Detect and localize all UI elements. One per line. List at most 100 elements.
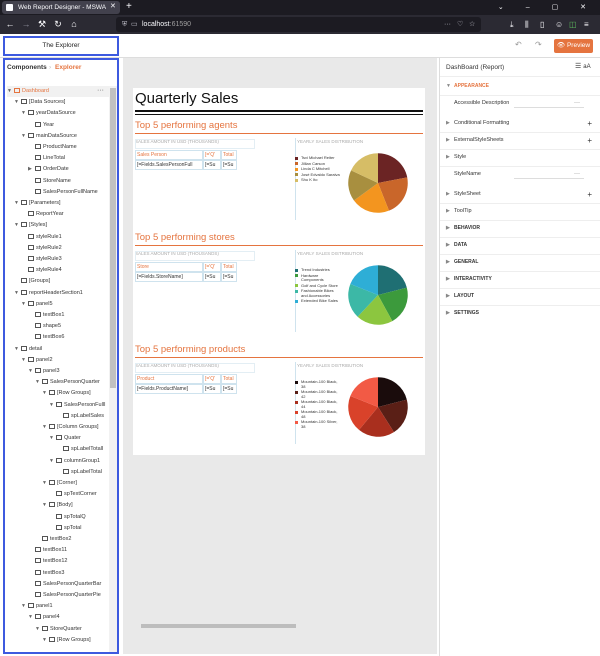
quarter-cell[interactable]: [='Q' bbox=[203, 374, 221, 384]
header-cell[interactable] bbox=[135, 363, 255, 373]
tree-node[interactable]: ▼ [Column Groups] bbox=[42, 422, 109, 433]
preview-button[interactable]: 👁 Preview bbox=[554, 39, 593, 53]
tree-node[interactable]: styleRule1 bbox=[21, 232, 109, 243]
expand-arrow-icon[interactable]: ▼ bbox=[14, 344, 21, 355]
expand-arrow-icon[interactable]: ▶ bbox=[446, 239, 454, 252]
tree-node[interactable]: styleRule2 bbox=[21, 243, 109, 254]
pocket-icon[interactable]: ♡ bbox=[457, 17, 463, 32]
expand-arrow-icon[interactable]: ▼ bbox=[446, 80, 454, 93]
field-cell[interactable]: [=Fields.StoreName] bbox=[135, 272, 203, 282]
tree-node[interactable]: [Groups] bbox=[14, 276, 109, 287]
tree-node[interactable]: textBox1 bbox=[28, 310, 109, 321]
tree-node[interactable]: ▼ panel4 bbox=[28, 612, 109, 623]
tree-node[interactable]: textBox6 bbox=[28, 332, 109, 343]
redo-icon[interactable]: ↷ bbox=[535, 40, 542, 49]
tree-node[interactable]: SalesPersonFullName bbox=[28, 187, 109, 198]
undo-icon[interactable]: ↶ bbox=[515, 40, 522, 49]
property-behavior[interactable]: ▶ BEHAVIOR bbox=[446, 222, 596, 235]
expand-arrow-icon[interactable]: ▶ bbox=[446, 117, 454, 130]
tree-node[interactable]: spLabelTotalI bbox=[56, 444, 109, 455]
expand-arrow-icon[interactable]: ▼ bbox=[21, 601, 28, 612]
expand-arrow-icon[interactable]: ▼ bbox=[21, 131, 28, 142]
total-cell[interactable]: Total bbox=[221, 150, 237, 160]
sum-cell[interactable]: [=Su bbox=[203, 272, 221, 282]
design-horizontal-scrollbar[interactable] bbox=[133, 622, 425, 630]
add-icon[interactable]: + bbox=[587, 117, 592, 130]
design-vertical-scrollbar[interactable] bbox=[430, 58, 437, 654]
tab-explorer[interactable]: Explorer bbox=[55, 64, 81, 71]
expand-arrow-icon[interactable]: ▶ bbox=[446, 151, 454, 164]
home-icon[interactable]: ⌂ bbox=[68, 15, 80, 34]
expand-arrow-icon[interactable]: ▼ bbox=[42, 478, 49, 489]
sum-cell[interactable]: [=Su bbox=[221, 272, 237, 282]
tree-node[interactable]: spTotalQ bbox=[49, 512, 109, 523]
tree-node[interactable]: spLabelTotal bbox=[56, 467, 109, 478]
tab-components[interactable]: Components bbox=[7, 64, 47, 71]
tree-node[interactable]: textBox11 bbox=[28, 545, 109, 556]
expand-arrow-icon[interactable]: ▼ bbox=[42, 388, 49, 399]
tree-node[interactable]: ReportYear bbox=[21, 209, 109, 220]
tree-node[interactable]: ▼ panel2 bbox=[21, 355, 109, 366]
distribution-header[interactable]: YEARLY SALES DISTRIBUTION bbox=[297, 139, 363, 144]
distribution-header[interactable]: YEARLY SALES DISTRIBUTION bbox=[297, 251, 363, 256]
report-title[interactable]: Quarterly Sales bbox=[135, 90, 238, 107]
expand-arrow-icon[interactable]: ▼ bbox=[14, 198, 21, 209]
sum-cell[interactable]: [=Su bbox=[221, 160, 237, 170]
section-title[interactable]: Top 5 performing stores bbox=[135, 232, 423, 246]
sum-cell[interactable]: [=Su bbox=[203, 384, 221, 394]
tree-node[interactable]: ▼ panel5 bbox=[21, 299, 109, 310]
reload-icon[interactable]: ↻ bbox=[52, 15, 64, 34]
tree-node[interactable]: LineTotal bbox=[28, 153, 109, 164]
expand-arrow-icon[interactable]: ▼ bbox=[35, 377, 42, 388]
property-externalstylesheets[interactable]: ▶ ExternalStyleSheets + bbox=[446, 134, 596, 147]
property-stylesheet[interactable]: ▶ StyleSheet + bbox=[446, 188, 596, 201]
tree-node[interactable]: styleRule4 bbox=[21, 265, 109, 276]
new-tab-icon[interactable]: + bbox=[126, 1, 132, 13]
expand-arrow-icon[interactable]: ▼ bbox=[42, 635, 49, 646]
expand-arrow-icon[interactable]: ▶ bbox=[446, 188, 454, 201]
pie-chart[interactable] bbox=[347, 264, 409, 326]
expand-arrow-icon[interactable]: ▼ bbox=[21, 108, 28, 119]
section-title[interactable]: Top 5 performing products bbox=[135, 344, 423, 358]
expand-arrow-icon[interactable]: ▼ bbox=[28, 366, 35, 377]
expand-arrow-icon[interactable]: ▼ bbox=[21, 299, 28, 310]
expand-arrow-icon[interactable]: ▼ bbox=[14, 288, 21, 299]
bookmark-star-icon[interactable]: ☆ bbox=[469, 17, 475, 32]
expand-arrow-icon[interactable]: ▼ bbox=[35, 624, 42, 635]
tree-node[interactable]: ▼ StoreQuarter bbox=[35, 624, 109, 635]
add-icon[interactable]: + bbox=[587, 134, 592, 147]
report-section[interactable]: Top 5 performing stores SALES AMOUNT IN U… bbox=[135, 232, 423, 337]
row-label-cell[interactable]: Store bbox=[135, 262, 203, 272]
window-controls[interactable]: ⌄ – ▢ ✕ bbox=[498, 0, 596, 15]
tree-node[interactable]: Year bbox=[28, 120, 109, 131]
property-view-icons[interactable]: ☰ aA bbox=[575, 62, 591, 70]
tree-node[interactable]: ▼ [Row Groups] bbox=[42, 388, 109, 399]
sum-cell[interactable]: [=Su bbox=[203, 160, 221, 170]
report-canvas[interactable]: Quarterly Sales Top 5 performing agents S… bbox=[133, 88, 425, 455]
expand-arrow-icon[interactable]: ▼ bbox=[28, 612, 35, 623]
sidebar-icon[interactable]: ▯ bbox=[540, 15, 544, 34]
tree-node[interactable]: spTotal bbox=[49, 523, 109, 534]
quarter-cell[interactable]: [='Q' bbox=[203, 150, 221, 160]
url-bar[interactable]: ⛨ ▭ localhost:61590 ··· ♡ ☆ bbox=[116, 17, 481, 32]
tree-node[interactable]: ▼ columnGroup1 bbox=[49, 456, 109, 467]
property-settings[interactable]: ▶ SETTINGS bbox=[446, 307, 596, 320]
tree-node[interactable]: StoreName bbox=[28, 176, 109, 187]
property-data[interactable]: ▶ DATA bbox=[446, 239, 596, 252]
downloads-icon[interactable]: ⤓ bbox=[510, 15, 514, 34]
expand-arrow-icon[interactable]: ▼ bbox=[7, 86, 14, 97]
tree-node[interactable]: ▼ [Body] bbox=[42, 500, 109, 511]
property-interactivity[interactable]: ▶ INTERACTIVITY bbox=[446, 273, 596, 286]
tree-node[interactable]: spLabelSales bbox=[56, 411, 109, 422]
menu-dots-icon[interactable]: ··· bbox=[444, 17, 451, 32]
extension-icon[interactable]: ◫ bbox=[569, 15, 577, 34]
tree-node[interactable]: ▼ SalesPersonQuarter bbox=[35, 377, 109, 388]
tree-node[interactable]: ▶ OrderDate bbox=[28, 164, 109, 175]
account-icon[interactable]: ☺ bbox=[555, 15, 563, 34]
quarter-cell[interactable]: [='Q' bbox=[203, 262, 221, 272]
field-cell[interactable]: [=Fields.ProductName] bbox=[135, 384, 203, 394]
total-cell[interactable]: Total bbox=[221, 262, 237, 272]
tree-node[interactable]: SalesPersonQuarterPie bbox=[28, 590, 109, 601]
expand-arrow-icon[interactable]: ▼ bbox=[42, 422, 49, 433]
tree-node[interactable]: ▼ reportHeaderSection1 bbox=[14, 288, 109, 299]
